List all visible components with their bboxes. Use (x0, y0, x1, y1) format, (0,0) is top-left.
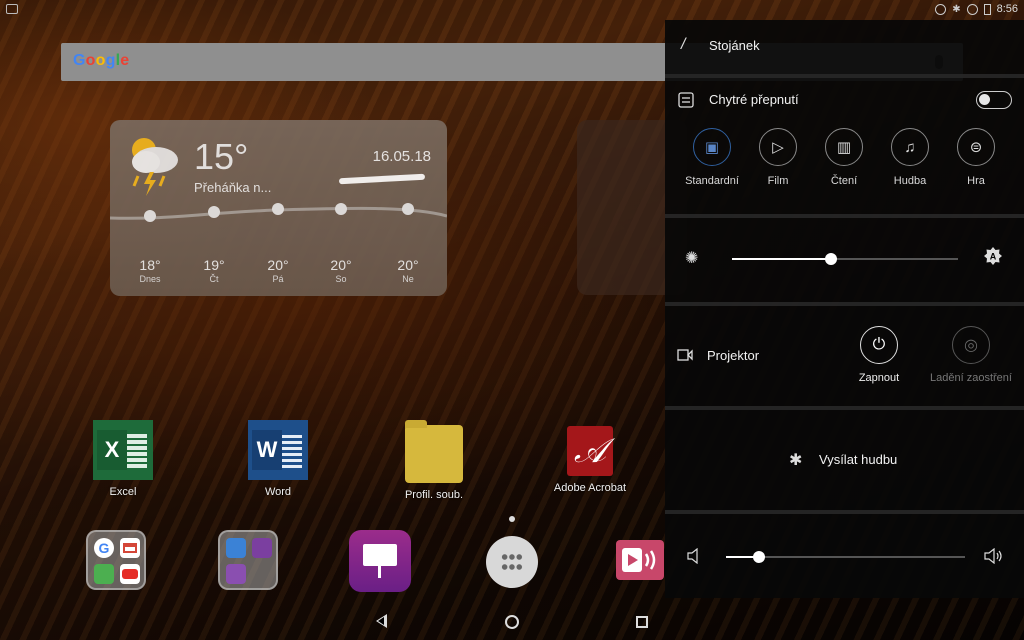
location-redacted (338, 173, 426, 185)
book-icon: ▥ (825, 128, 863, 166)
mode-reading[interactable]: ▥ Čtení (814, 128, 874, 187)
battery-icon (983, 3, 991, 15)
volume-section (665, 514, 1024, 598)
weather-date: 16.05.18 (372, 148, 431, 165)
auto-brightness-icon[interactable]: A (984, 247, 1002, 265)
music-note-icon: ♫ (891, 128, 929, 166)
volume-slider[interactable] (726, 551, 965, 563)
excel-icon: X (93, 420, 153, 480)
forecast-day: 18° Dnes (139, 257, 161, 284)
volume-low-icon (687, 548, 698, 564)
back-button[interactable] (376, 614, 387, 628)
word-icon: W (248, 420, 308, 480)
smart-switch-toggle[interactable] (976, 91, 1012, 109)
gamepad-icon: ⊜ (957, 128, 995, 166)
brightness-icon: ✺ (685, 250, 699, 267)
folder-icon (405, 420, 463, 483)
presentation-app[interactable] (349, 530, 411, 592)
app-label: Profil. soub. (404, 489, 464, 501)
app-label: Excel (109, 486, 137, 498)
app-drawer-button[interactable] (486, 536, 538, 588)
tools-folder[interactable] (218, 530, 278, 590)
alarm-icon (935, 3, 947, 15)
stand-section[interactable]: / Stojánek (665, 20, 1024, 78)
app-acrobat[interactable]: 𝒜 Adobe Acrobat (545, 426, 635, 494)
smart-switch-icon (678, 92, 694, 108)
mode-standard[interactable]: ▣ Standardní (682, 128, 742, 187)
acrobat-icon: 𝒜 (567, 426, 613, 476)
app-word[interactable]: W Word (233, 420, 323, 498)
presentation-icon (252, 538, 272, 558)
quick-settings-panel: / Stojánek Chytré přepnutí ▣ Standardní … (665, 20, 1024, 598)
brightness-slider[interactable] (732, 253, 958, 265)
media-app[interactable] (616, 540, 664, 580)
svg-text:A: A (990, 252, 997, 262)
mode-film[interactable]: ▷ Film (748, 128, 808, 187)
weather-widget[interactable]: 15° Přeháňka n... 16.05.18 18° Dnes 19° Čt… (110, 120, 447, 296)
bluetooth-icon: ✱ (952, 3, 961, 15)
mode-music[interactable]: ♫ Hudba (880, 128, 940, 187)
forecast-day: 20° So (330, 257, 352, 284)
home-button[interactable] (505, 615, 519, 629)
app-excel[interactable]: X Excel (78, 420, 168, 498)
google-logo: Google (73, 52, 130, 69)
mode-game[interactable]: ⊜ Hra (946, 128, 1006, 187)
app-label: Word (264, 486, 292, 498)
forecast-day: 19° Čt (203, 257, 225, 284)
status-time: 8:56 (996, 3, 1018, 15)
gmail-icon (120, 538, 140, 558)
app-label: Adobe Acrobat (553, 482, 627, 494)
power-icon: ⏻ (860, 326, 898, 364)
presentation-screen-icon (363, 544, 397, 566)
page-indicator (509, 516, 515, 522)
brightness-section: ✺ A (665, 218, 1024, 306)
broadcast-music-label: Vysílat hudbu (819, 452, 898, 467)
play-sound-icon (622, 548, 656, 572)
forecast-day: 20° Ne (397, 257, 419, 284)
projector-icon (677, 349, 693, 361)
app-files[interactable]: Profil. soub. (389, 420, 479, 501)
focus-icon: ◎ (952, 326, 990, 364)
navigation-bar (0, 604, 1024, 640)
smart-switch-label: Chytré přepnutí (709, 92, 799, 107)
projector-power-button[interactable]: ⏻ Zapnout (839, 326, 919, 384)
stand-icon: / (681, 36, 686, 53)
focus-tuning-button[interactable]: ◎ Ladění zaostření (930, 326, 1012, 384)
recent-apps-button[interactable] (636, 616, 648, 628)
do-not-disturb-icon (966, 3, 978, 15)
forecast-day: 20° Pá (267, 257, 289, 284)
temperature-curve (110, 203, 447, 222)
projector-label: Projektor (707, 348, 760, 363)
volume-high-icon (984, 548, 1002, 564)
status-bar: ✱ 8:56 (0, 0, 1024, 20)
tablet-icon: ▣ (693, 128, 731, 166)
notification-icon (6, 4, 18, 14)
weather-temperature: 15° (194, 136, 249, 177)
play-icon: ▷ (759, 128, 797, 166)
maps-icon (94, 564, 114, 584)
youtube-icon (120, 564, 140, 584)
broadcast-section[interactable]: ✱ Vysílat hudbu (665, 410, 1024, 514)
bluetooth-icon: ✱ (789, 452, 803, 469)
grid-dots-icon (501, 552, 523, 572)
pen-icon (226, 538, 246, 558)
google-apps-folder[interactable]: G (86, 530, 146, 590)
settings-icon (226, 564, 246, 584)
stand-label: Stojánek (709, 38, 760, 53)
google-icon: G (94, 538, 114, 558)
